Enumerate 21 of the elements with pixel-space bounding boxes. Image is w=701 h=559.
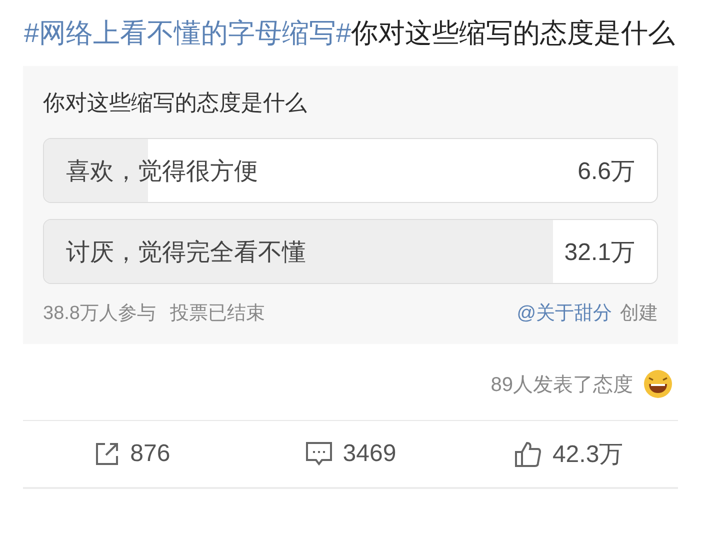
option-label: 喜欢，觉得很方便 [66,156,258,186]
share-icon [94,441,120,467]
comment-button[interactable]: 3469 [241,439,460,469]
thumbs-up-icon [514,440,542,468]
laughing-emoji-icon [643,369,673,399]
reaction-count: 89人发表了态度 [490,372,633,398]
topic-link[interactable]: #网络上看不懂的字母缩写# [24,18,352,48]
post-text: #网络上看不懂的字母缩写#你对这些缩写的态度是什么 [24,17,676,50]
vote-count: 32.1万 [564,238,635,268]
created-label: 创建 [620,302,658,326]
poll-option[interactable]: 喜欢，觉得很方便 6.6万 [43,138,658,203]
poll-option[interactable]: 讨厌，觉得完全看不懂 32.1万 [43,219,658,284]
comment-icon [304,440,333,468]
poll-status: 投票已结束 [170,302,265,326]
repost-button[interactable]: 876 [23,439,242,469]
option-label: 讨厌，觉得完全看不懂 [66,238,306,268]
like-button[interactable]: 42.3万 [460,437,678,471]
vote-count: 6.6万 [578,156,635,186]
creator-link[interactable]: @关于甜分 [516,300,612,326]
participant-count: 38.8万人参与 [43,302,156,326]
poll-question: 你对这些缩写的态度是什么 [43,89,308,117]
